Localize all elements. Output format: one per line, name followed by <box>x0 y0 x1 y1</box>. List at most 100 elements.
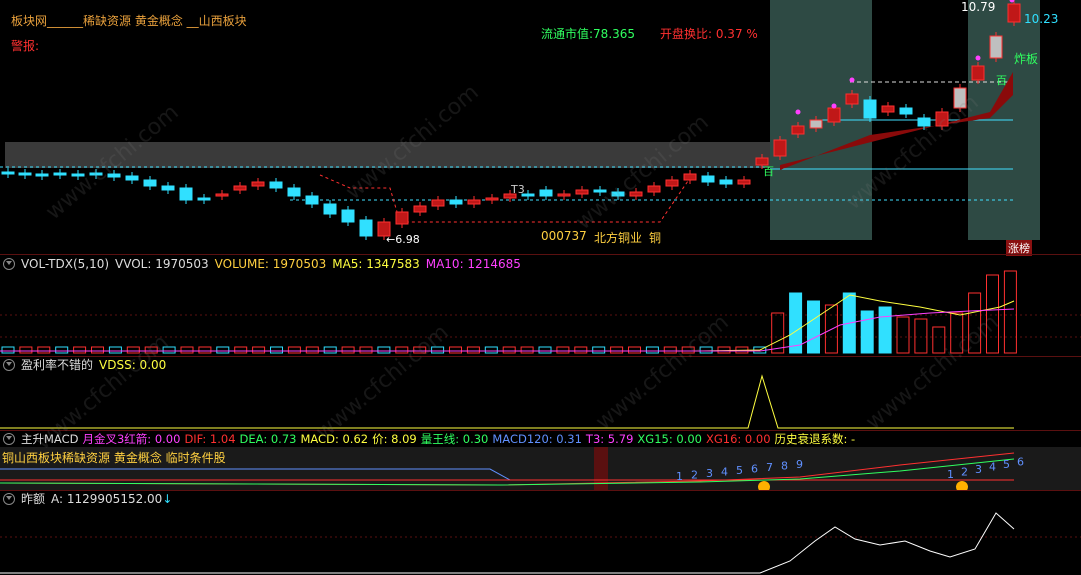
price-high-label: 10.79 <box>961 0 996 14</box>
candle-body <box>791 125 805 135</box>
candle-body <box>719 179 733 185</box>
volume-bar <box>789 292 803 354</box>
xg16-value: XG16: 0.00 <box>705 432 771 446</box>
signal-dot <box>849 77 855 83</box>
count-label: 3 <box>975 463 982 476</box>
volume-bar <box>252 346 266 354</box>
macd120-value: MACD120: 0.31 <box>492 432 582 446</box>
candle-body <box>1007 3 1021 23</box>
candle-body <box>233 185 247 191</box>
count-label: 2 <box>691 469 698 482</box>
count-label: 1 <box>947 468 954 481</box>
volume-bar <box>305 346 319 354</box>
stock-short: 铜 <box>649 231 662 245</box>
bai-label-1: 百 <box>763 165 774 178</box>
count-label: 6 <box>1017 456 1024 469</box>
vdss-line <box>0 374 1014 429</box>
count-label: 5 <box>1003 458 1010 471</box>
signal-dot <box>831 103 837 109</box>
candle-body <box>197 197 211 201</box>
candle-body <box>737 179 751 185</box>
macd-pane-header: 主升MACD 月金叉3红箭: 0.00 DIF: 1.04 DEA: 0.73 MACD… <box>0 431 861 447</box>
price-value: 价: 8.09 <box>372 432 417 446</box>
volume-bar <box>556 346 570 354</box>
candle-body <box>539 189 553 197</box>
jinjia-value: 月金叉3红箭: 0.00 <box>82 432 181 446</box>
circulating-market-value: 流通市值:78.365 <box>541 27 636 41</box>
volume-bar <box>717 346 731 354</box>
count-label: 9 <box>796 458 803 471</box>
amount-chart[interactable] <box>0 491 1081 575</box>
volume-bar <box>359 346 373 354</box>
volume-bar <box>807 300 820 354</box>
stock-name: 北方铜业 <box>594 231 643 245</box>
stock-code: 000737 <box>541 229 587 243</box>
count-label: 4 <box>721 466 728 479</box>
volume-bar <box>860 310 874 354</box>
candle-body <box>1 171 15 175</box>
volume-bar <box>520 346 534 354</box>
volume-bar <box>91 346 104 354</box>
candle-body <box>269 181 283 189</box>
count-label: 4 <box>989 461 996 474</box>
volume-bar <box>502 346 516 354</box>
volume-bar <box>216 346 230 354</box>
alert-label: 警报: <box>11 39 40 53</box>
macd-marker <box>594 447 608 491</box>
signal-dot <box>975 55 981 61</box>
count-label: 8 <box>781 460 788 473</box>
candle-body <box>53 172 67 176</box>
sector-line: 板块网______稀缺资源 黄金概念 __山西板块 <box>11 14 247 28</box>
candle-body <box>647 185 661 193</box>
candle-body <box>575 189 589 195</box>
low-price-label: ←6.98 <box>386 233 420 246</box>
candle-body <box>431 199 445 207</box>
volume-bar <box>55 346 69 354</box>
count-label: 3 <box>706 467 713 480</box>
candle-body <box>215 193 229 197</box>
count-label: 2 <box>961 466 968 479</box>
volume-bar <box>484 346 498 354</box>
count-label: 5 <box>736 464 743 477</box>
candle-body <box>413 205 427 213</box>
volume-bar <box>198 346 212 354</box>
volume-bar <box>771 312 785 354</box>
t3-label: T3 <box>511 183 525 196</box>
volume-bar <box>270 346 283 354</box>
volume-bar <box>37 346 51 354</box>
volume-bar <box>538 346 552 354</box>
volume-bar <box>896 316 910 354</box>
candle-body <box>467 199 481 205</box>
volume-bar <box>180 346 194 354</box>
candle-body <box>485 197 499 201</box>
volume-bar <box>323 346 337 354</box>
candle-body <box>683 173 697 181</box>
candle-body <box>179 187 193 201</box>
xg15-value: XG15: 0.00 <box>637 432 702 446</box>
volume-bar <box>377 346 391 354</box>
candle-body <box>143 179 157 187</box>
turnover-ratio: 开盘换比: 0.37 % <box>660 27 758 41</box>
volume-bar <box>449 346 462 354</box>
shuaitui-value: 历史衰退系数: - <box>774 432 856 446</box>
count-label: 7 <box>766 461 773 474</box>
candle-body <box>863 99 877 119</box>
candle-body <box>665 179 679 187</box>
candle-body <box>341 209 355 223</box>
candle-body <box>809 119 823 129</box>
candle-body <box>287 187 301 197</box>
collapse-toggle-icon[interactable] <box>3 432 15 445</box>
count-label: 1 <box>676 470 683 483</box>
candle-body <box>827 107 841 123</box>
candle-body <box>557 193 571 197</box>
dea-value: DEA: 0.73 <box>239 432 297 446</box>
volume-bar <box>234 346 248 354</box>
count-label: 6 <box>751 463 758 476</box>
candle-body <box>35 173 49 177</box>
volume-bar <box>574 346 588 354</box>
candle-body <box>773 139 787 157</box>
candle-body <box>449 199 463 205</box>
candle-body <box>305 195 319 205</box>
wangxian-value: 量王线: 0.30 <box>420 432 489 446</box>
price-tick-label: 10.23 <box>1024 12 1059 26</box>
